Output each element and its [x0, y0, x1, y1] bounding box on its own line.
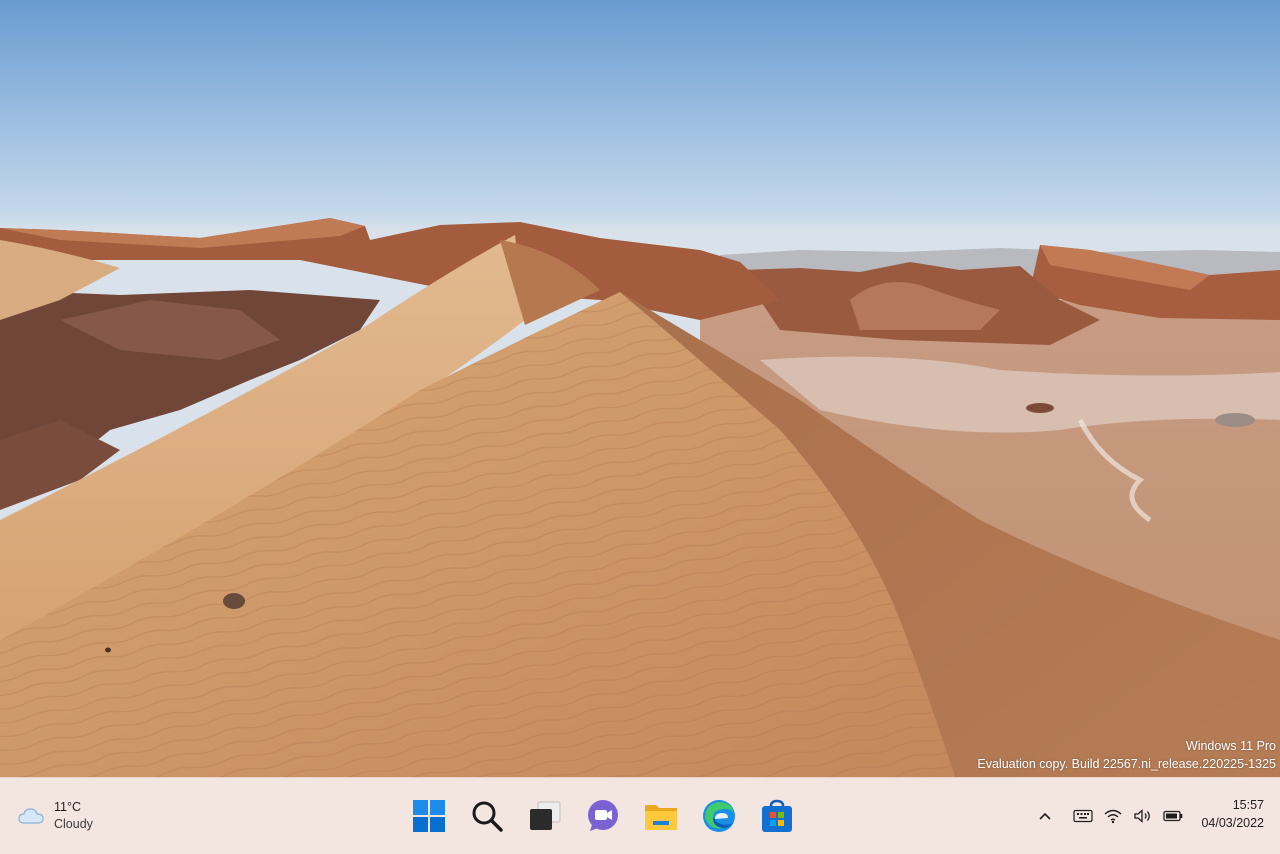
search-button[interactable] [461, 791, 513, 841]
chevron-up-icon [1039, 812, 1051, 820]
watermark-edition: Windows 11 Pro [1185, 739, 1276, 753]
task-view-icon [530, 801, 561, 830]
file-explorer-button[interactable] [635, 791, 687, 841]
taskbar: 11°C Cloudy 15:57 04/03/2022 [0, 777, 1280, 854]
taskbar-apps [403, 791, 803, 841]
teams-chat-button[interactable] [577, 791, 629, 841]
wallpaper-desert-dunes [0, 218, 1280, 777]
desktop[interactable]: Windows 11 Pro Evaluation copy. Build 22… [0, 0, 1280, 777]
edge-button[interactable] [693, 791, 745, 841]
show-hidden-icons-button[interactable] [1032, 802, 1058, 830]
touch-keyboard-button[interactable] [1072, 802, 1094, 830]
clock-time: 15:57 [1232, 798, 1264, 812]
weather-widget[interactable]: 11°C Cloudy [16, 794, 126, 838]
task-view-button[interactable] [519, 791, 571, 841]
speaker-icon [1134, 809, 1150, 823]
weather-condition: Cloudy [54, 817, 93, 831]
clock-button[interactable]: 15:57 04/03/2022 [1201, 796, 1264, 832]
battery-status [1162, 802, 1184, 830]
system-tray [1032, 802, 1184, 830]
search-icon [472, 801, 503, 832]
volume-status [1132, 802, 1154, 830]
weather-temperature: 11°C [54, 800, 82, 814]
start-button[interactable] [403, 791, 455, 841]
watermark-build: Evaluation copy. Build 22567.ni_release.… [977, 757, 1276, 771]
folder-icon [645, 805, 677, 830]
windows-logo-icon [413, 800, 445, 832]
quick-settings-button[interactable] [1072, 802, 1184, 830]
keyboard-icon [1073, 809, 1093, 823]
network-status [1102, 802, 1124, 830]
clock-date: 04/03/2022 [1201, 816, 1264, 830]
wifi-icon [1104, 809, 1122, 824]
teams-chat-icon [588, 800, 618, 831]
store-icon [762, 799, 792, 832]
store-button[interactable] [751, 791, 803, 841]
battery-icon [1163, 810, 1183, 822]
cloud-icon [18, 808, 44, 824]
edge-icon [703, 800, 735, 832]
evaluation-watermark: Windows 11 Pro Evaluation copy. Build 22… [977, 737, 1276, 773]
